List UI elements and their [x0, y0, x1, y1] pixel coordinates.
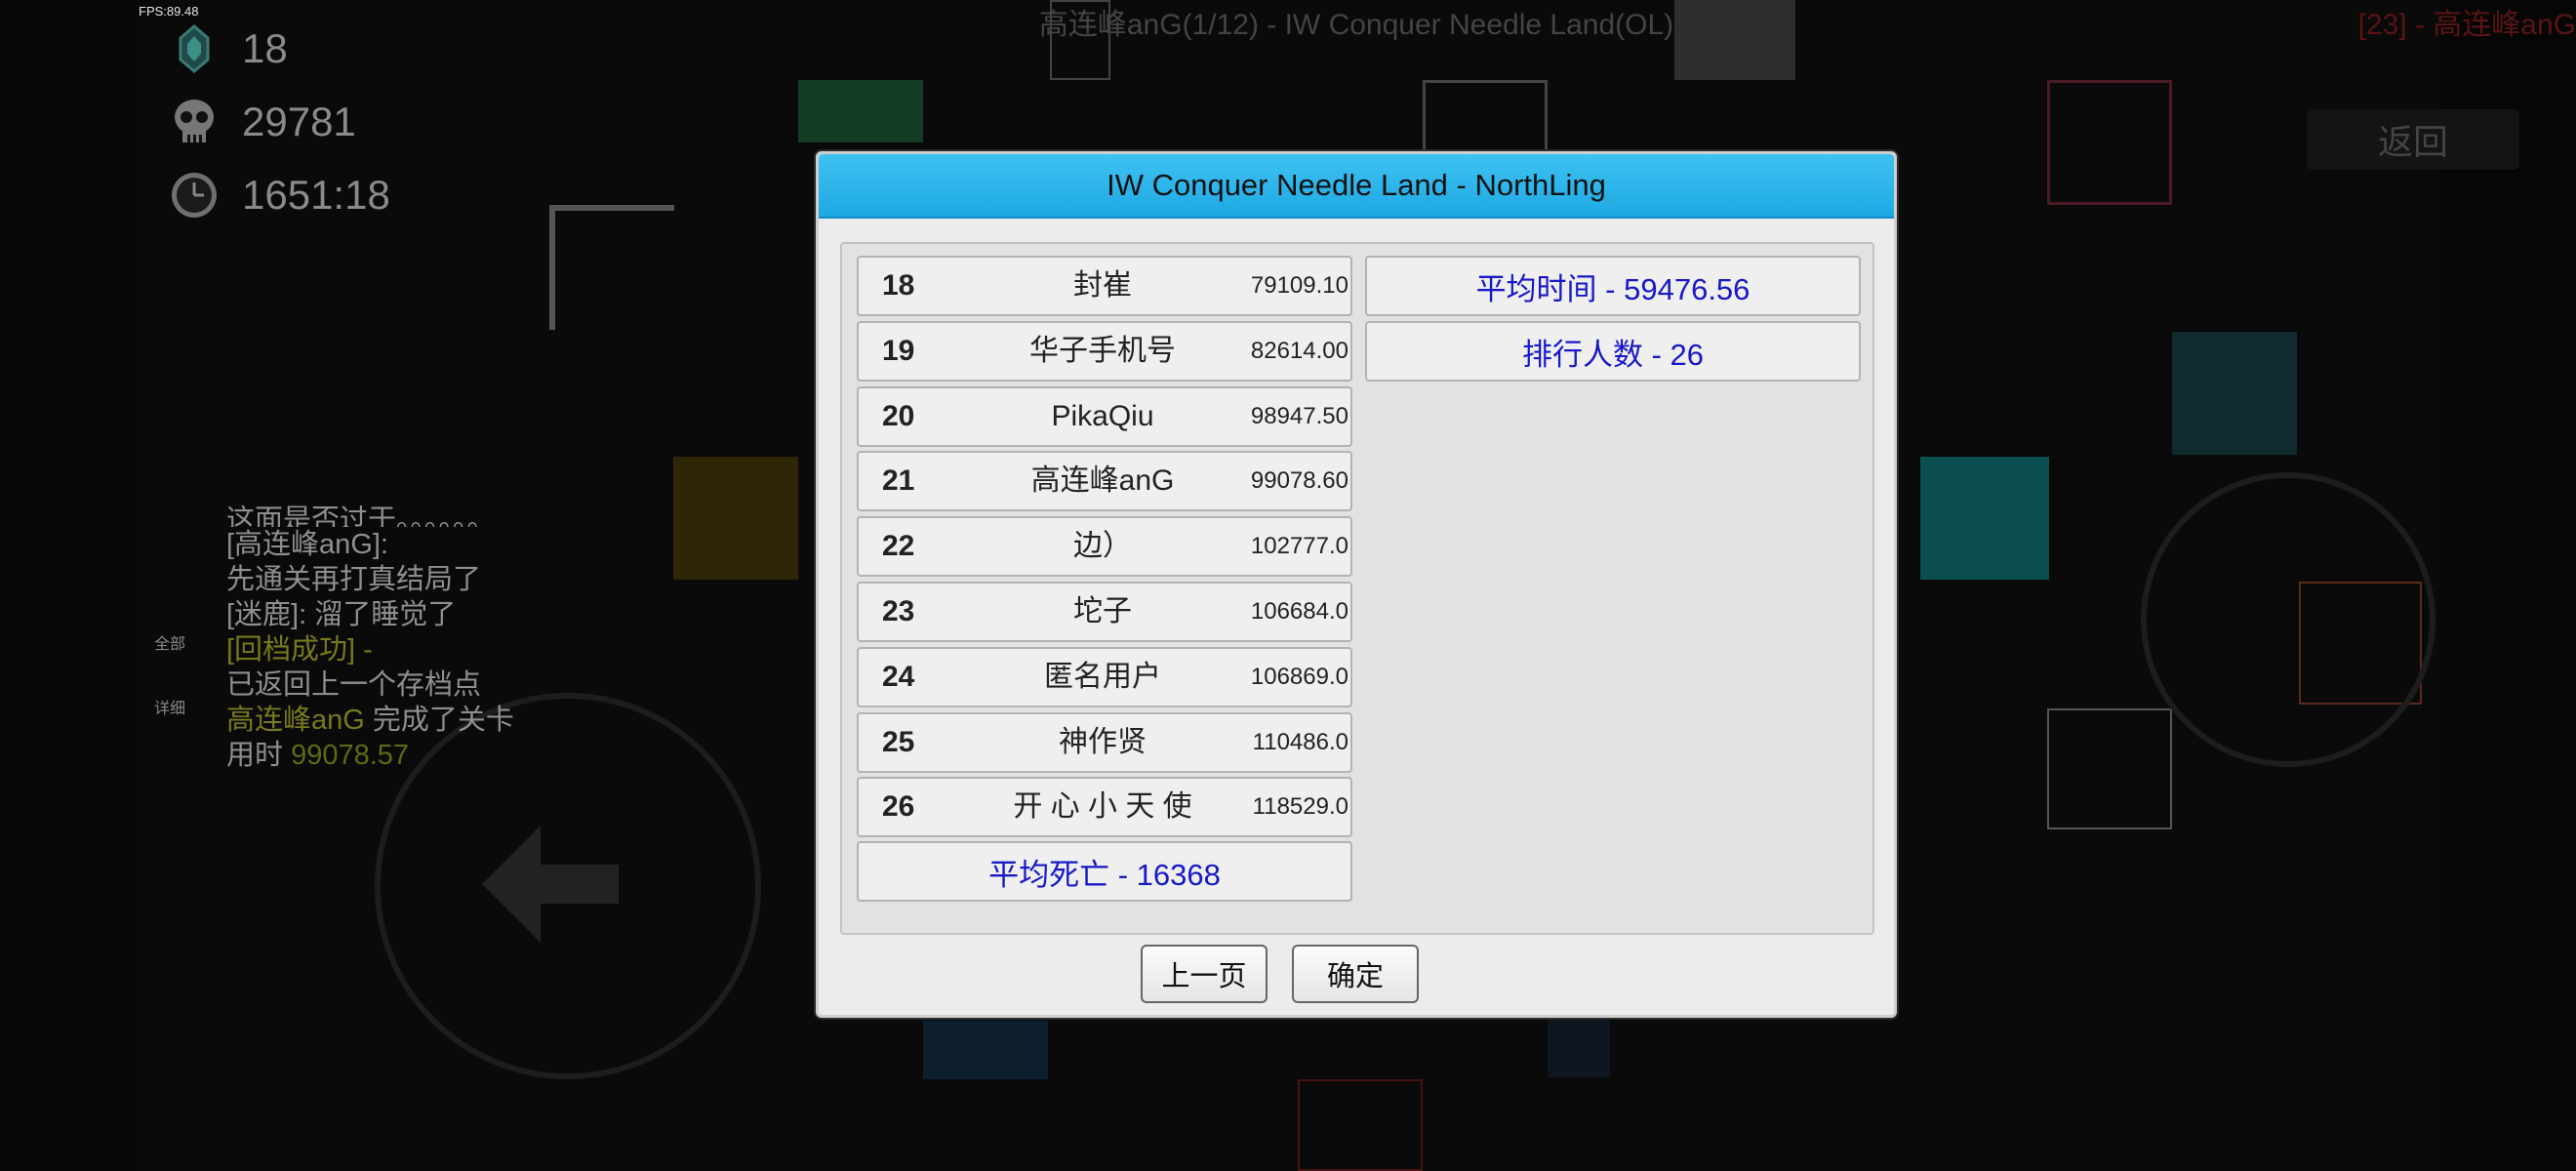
leaderboard-row: 23 坨子 106684.0: [857, 582, 1352, 642]
player-name: 匿名用户: [1044, 660, 1161, 693]
back-button[interactable]: 返回: [2307, 109, 2519, 170]
leaderboard-row: 20 PikaQiu 98947.50: [857, 385, 1352, 447]
player-name: 边）: [1073, 530, 1132, 563]
elapsed-time: 1651:18: [242, 172, 390, 218]
rank-number: 26: [882, 790, 915, 824]
clear-time: 118529.0: [1252, 793, 1348, 821]
blue-block: [923, 1021, 1048, 1079]
needle-block: [798, 80, 923, 142]
player-name: 开 心 小 天 使: [1013, 790, 1192, 824]
chat-message: 先通关再打真结局了: [226, 564, 482, 595]
teal-ledge: [1920, 457, 2049, 580]
rank-number: 21: [882, 464, 915, 498]
clear-time: 102777.0: [1250, 533, 1348, 560]
skull-icon: [168, 96, 221, 148]
leaderboard-row: 21 高连峰anG 99078.60: [857, 451, 1352, 512]
clear-time: 106869.0: [1250, 663, 1348, 690]
clear-time: 98947.50: [1250, 402, 1348, 429]
spike-block: [2047, 708, 2172, 829]
clear-time: 106684.0: [1250, 598, 1348, 625]
leaderboard-row: 18 封崔 79109.10: [857, 256, 1352, 316]
chat-log: 这面是否过于。。。。。。 [高连峰anG]: 先通关再打真结局了 [迷鹿]: 溜…: [226, 505, 636, 773]
clock-icon: [168, 169, 221, 222]
prev-page-button[interactable]: 上一页: [1141, 945, 1268, 1003]
rank-number: 20: [882, 399, 915, 432]
chat-message: [高连峰anG]:: [226, 529, 388, 560]
player-tag: [23] - 高连峰anG: [2357, 9, 2576, 41]
death-count: 29781: [242, 99, 356, 144]
clear-time: 82614.00: [1250, 337, 1348, 364]
chat-tab-all[interactable]: 全部: [154, 630, 185, 654]
clear-time: 79109.10: [1250, 272, 1348, 299]
chat-message: [迷鹿]: 溜了睡觉了: [226, 599, 457, 630]
player-name: PikaQiu: [1051, 399, 1154, 432]
player-name: 神作贤: [1059, 725, 1147, 758]
wall-block: [549, 205, 674, 330]
player-name: 封崔: [1073, 269, 1132, 302]
gem-icon: [168, 22, 221, 75]
rank-number: 23: [882, 595, 915, 627]
rank-number: 19: [882, 334, 915, 367]
chat-message: 已返回上一个存档点: [226, 669, 482, 701]
chat-message: [回档成功] -: [226, 634, 373, 666]
player-name: 华子手机号: [1029, 334, 1176, 367]
leaderboard-row: 26 开 心 小 天 使 118529.0: [857, 777, 1352, 838]
dark-red-block: [1298, 1079, 1423, 1171]
leaderboard-panel: 18 封崔 79109.10 19 华子手机号 82614.00 20 PikaQiu 9894…: [840, 242, 1874, 935]
clear-time: 99078.60: [1250, 467, 1348, 495]
avg-deaths: 平均死亡 - 16368: [857, 841, 1352, 902]
death-counter: 29781: [168, 93, 356, 151]
chat-tab-detail[interactable]: 详细: [154, 695, 185, 718]
chat-text: 完成了关卡: [364, 705, 514, 736]
chat-value: 99078.57: [291, 740, 410, 771]
grass-block: [673, 457, 798, 580]
level-title: 高连峰anG(1/12) - IW Conquer Needle Land(OL…: [1038, 9, 1674, 41]
leaderboard-row: 24 匿名用户 106869.0: [857, 646, 1352, 707]
rank-number: 18: [882, 269, 915, 302]
action-button-right[interactable]: [2141, 472, 2435, 767]
clear-time: 110486.0: [1252, 728, 1348, 755]
teal-block: [2172, 332, 2297, 455]
gem-counter: 18: [168, 20, 288, 78]
leaderboard-row: 25 神作贤 110486.0: [857, 711, 1352, 773]
red-block: [2047, 80, 2172, 205]
gem-count: 18: [242, 25, 288, 71]
dark-blue-block: [1548, 1015, 1610, 1077]
leaderboard-dialog: IW Conquer Needle Land - NorthLing 18 封崔 7…: [816, 151, 1897, 1018]
player-name: 高连峰anG: [1030, 464, 1175, 498]
time-counter: 1651:18: [168, 166, 390, 224]
avg-time: 平均时间 - 59476.56: [1365, 256, 1861, 316]
leaderboard-row: 19 华子手机号 82614.00: [857, 320, 1352, 382]
chat-text: 用时: [226, 740, 292, 771]
rank-number: 22: [882, 530, 915, 563]
chat-player-name: 高连峰anG: [226, 705, 365, 736]
dialog-title: IW Conquer Needle Land - NorthLing: [819, 154, 1894, 219]
player-count: 排行人数 - 26: [1365, 321, 1861, 382]
rank-number: 24: [882, 660, 915, 693]
player-name: 坨子: [1073, 595, 1132, 627]
chat-message: 这面是否过于。。。。。。: [226, 505, 496, 527]
pillar-block: [1423, 80, 1548, 158]
rank-number: 25: [882, 725, 915, 758]
leaderboard-row: 22 边） 102777.0: [857, 516, 1352, 578]
game-screen: FPS:89.48 高连峰anG(1/12) - IW Conquer Need…: [0, 0, 2576, 1171]
confirm-button[interactable]: 确定: [1292, 945, 1419, 1003]
chat-message: 用时 99078.57: [226, 738, 636, 773]
chat-message: 高连峰anG 完成了关卡: [226, 703, 636, 738]
